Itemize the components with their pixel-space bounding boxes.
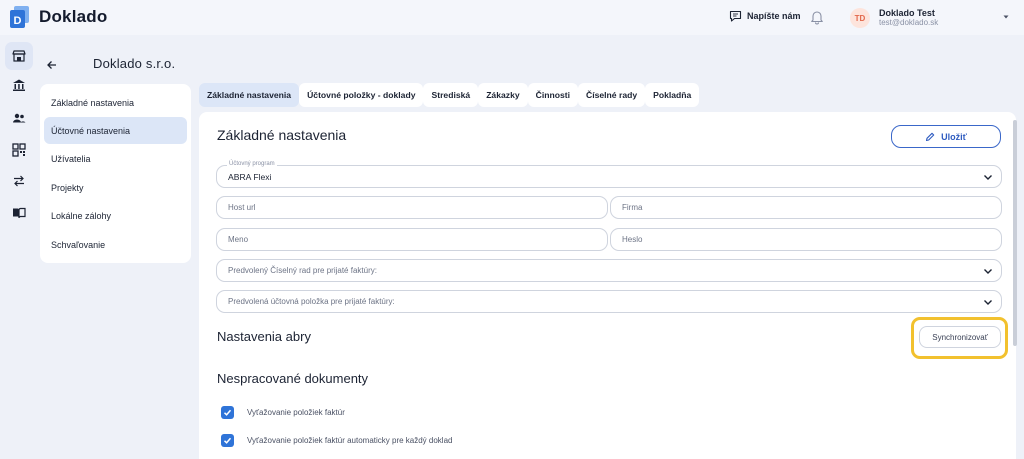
tab-cinnosti[interactable]: Činnosti bbox=[527, 83, 579, 107]
chevron-down-icon bbox=[984, 269, 992, 274]
panel-scrollbar[interactable] bbox=[1013, 120, 1017, 346]
bank-icon bbox=[13, 79, 25, 91]
doklado-logo-icon[interactable]: D bbox=[8, 5, 32, 29]
tab-uctovne-polozky[interactable]: Účtovné položky - doklady bbox=[299, 83, 424, 107]
auto-extract-invoice-items-checkbox[interactable]: Vyťažovanie položiek faktúr automaticky … bbox=[221, 434, 452, 447]
default-number-series-select[interactable]: Predvolený Číselný rad pre prijaté faktú… bbox=[216, 259, 1002, 282]
default-accounting-item-placeholder: Predvolená účtovná položka pre prijaté f… bbox=[228, 297, 395, 306]
contact-us-button[interactable]: Napíšte nám bbox=[729, 10, 801, 22]
menu-item-lokalne-zalohy[interactable]: Lokálne zálohy bbox=[44, 202, 187, 229]
accounting-program-select[interactable]: Účtovný program ABRA Flexi bbox=[216, 161, 1002, 188]
firma-placeholder: Firma bbox=[622, 203, 643, 212]
extract-invoice-items-label: Vyťažovanie položiek faktúr bbox=[247, 408, 345, 417]
meno-placeholder: Meno bbox=[228, 235, 249, 244]
accounting-program-label: Účtovný program bbox=[227, 161, 277, 167]
menu-item-uctovne-nastavenia[interactable]: Účtovné nastavenia bbox=[44, 117, 187, 144]
users-icon bbox=[13, 113, 26, 123]
nav-store[interactable] bbox=[5, 42, 33, 70]
pencil-icon bbox=[926, 132, 935, 141]
top-bar: D Doklado Napíšte nám TD Doklado Test te… bbox=[0, 0, 1024, 35]
check-icon bbox=[223, 409, 232, 416]
user-name[interactable]: Doklado Test bbox=[879, 8, 935, 18]
extract-invoice-items-checkbox[interactable]: Vyťažovanie položiek faktúr bbox=[221, 406, 345, 419]
host-url-placeholder: Host url bbox=[228, 203, 256, 212]
host-url-field[interactable]: Host url bbox=[216, 196, 608, 219]
company-name: Doklado s.r.o. bbox=[93, 56, 176, 71]
nav-bank[interactable] bbox=[5, 71, 33, 99]
contact-us-label: Napíšte nám bbox=[747, 11, 801, 21]
qr-code-icon bbox=[12, 143, 26, 157]
avatar[interactable]: TD bbox=[850, 8, 870, 28]
menu-item-uzivatelia[interactable]: Užívatelia bbox=[44, 145, 187, 172]
left-nav-rail bbox=[0, 35, 38, 459]
settings-menu: Základné nastavenia Účtovné nastavenia U… bbox=[40, 84, 191, 263]
menu-item-schvalovanie[interactable]: Schvaľovanie bbox=[44, 231, 187, 258]
heslo-placeholder: Heslo bbox=[622, 235, 643, 244]
store-icon bbox=[12, 50, 26, 62]
firma-field[interactable]: Firma bbox=[610, 196, 1002, 219]
chevron-down-icon bbox=[984, 300, 992, 305]
accounting-program-value: ABRA Flexi bbox=[228, 171, 272, 182]
check-icon bbox=[223, 437, 232, 444]
nav-docs[interactable] bbox=[5, 199, 33, 227]
page-title: Základné nastavenia bbox=[217, 127, 347, 143]
menu-item-projekty[interactable]: Projekty bbox=[44, 174, 187, 201]
synchronize-button[interactable]: Synchronizovať bbox=[919, 326, 1001, 348]
bell-icon[interactable] bbox=[810, 9, 824, 25]
tab-strediska[interactable]: Strediská bbox=[423, 83, 479, 107]
menu-item-zakladne-nastavenia[interactable]: Základné nastavenia bbox=[44, 89, 187, 116]
svg-text:D: D bbox=[14, 15, 22, 27]
book-icon bbox=[13, 207, 26, 219]
abra-settings-title: Nastavenia abry bbox=[217, 329, 311, 344]
chevron-down-icon[interactable] bbox=[1003, 14, 1009, 20]
chevron-down-icon bbox=[984, 175, 992, 180]
save-label: Uložiť bbox=[941, 131, 967, 142]
settings-tabs: Základné nastavenia Účtovné položky - do… bbox=[199, 83, 700, 107]
chat-icon bbox=[729, 10, 742, 22]
tab-zakladne-nastavenia[interactable]: Základné nastavenia bbox=[199, 83, 300, 107]
transfer-icon bbox=[14, 175, 24, 187]
auto-extract-invoice-items-label: Vyťažovanie položiek faktúr automaticky … bbox=[247, 436, 453, 445]
default-number-series-placeholder: Predvolený Číselný rad pre prijaté faktú… bbox=[228, 266, 377, 275]
unprocessed-documents-title: Nespracované dokumenty bbox=[217, 371, 369, 386]
checkbox-checked[interactable] bbox=[221, 434, 234, 447]
nav-transfers[interactable] bbox=[5, 167, 33, 195]
nav-qr-codes[interactable] bbox=[5, 136, 33, 164]
heslo-field[interactable]: Heslo bbox=[610, 228, 1002, 251]
meno-field[interactable]: Meno bbox=[216, 228, 608, 251]
nav-users[interactable] bbox=[5, 104, 33, 132]
default-accounting-item-select[interactable]: Predvolená účtovná položka pre prijaté f… bbox=[216, 290, 1002, 313]
back-arrow-icon[interactable] bbox=[45, 58, 59, 72]
tab-zakazky[interactable]: Zákazky bbox=[478, 83, 528, 107]
tab-ciselne-rady[interactable]: Číselné rady bbox=[578, 83, 646, 107]
checkbox-checked[interactable] bbox=[221, 406, 234, 419]
user-email: test@doklado.sk bbox=[879, 18, 939, 27]
save-button[interactable]: Uložiť bbox=[891, 125, 1001, 148]
tab-pokladna[interactable]: Pokladňa bbox=[645, 83, 700, 107]
app-name[interactable]: Doklado bbox=[39, 7, 107, 27]
